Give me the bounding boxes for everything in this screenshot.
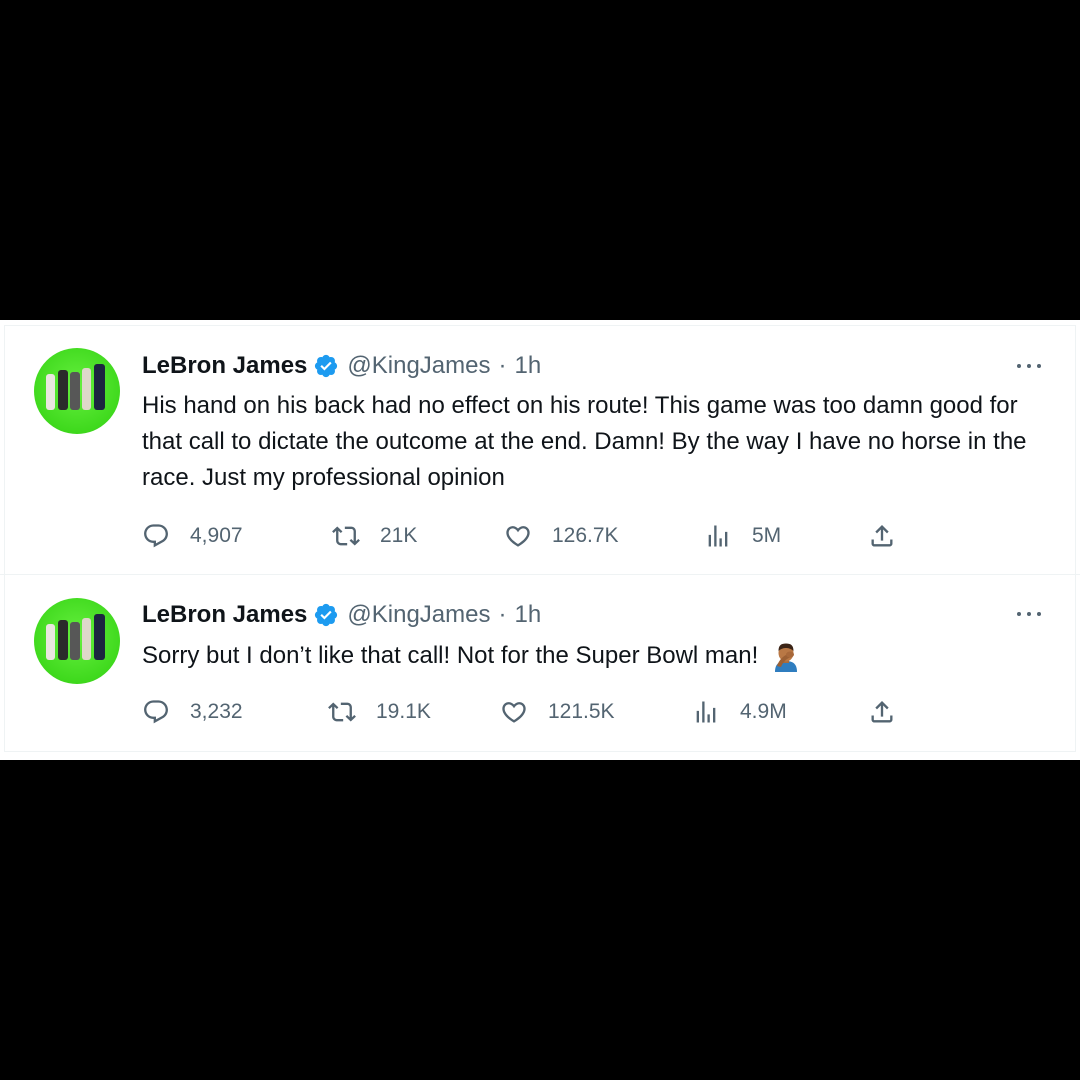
heart-icon — [502, 702, 526, 723]
views-button[interactable]: 4.9M — [692, 696, 787, 728]
avatar[interactable] — [34, 348, 120, 434]
share-button[interactable] — [868, 520, 896, 552]
more-options-icon[interactable] — [1014, 356, 1044, 376]
timestamp[interactable]: 1h — [515, 352, 542, 380]
views-button[interactable]: 5M — [704, 520, 781, 552]
tweet-header: LeBron James @KingJames · 1h — [142, 599, 541, 631]
retweet-icon — [332, 526, 360, 546]
like-button[interactable]: 121.5K — [500, 696, 615, 728]
display-name[interactable]: LeBron James — [142, 352, 307, 380]
handle[interactable]: @KingJames — [347, 601, 490, 629]
share-button[interactable] — [868, 696, 896, 728]
tweet[interactable]: LeBron James @KingJames · 1h His hand on… — [0, 320, 1080, 575]
reply-count: 3,232 — [190, 700, 243, 723]
reply-button[interactable]: 3,232 — [142, 696, 243, 728]
display-name[interactable]: LeBron James — [142, 601, 307, 629]
heart-icon — [506, 526, 530, 547]
retweet-button[interactable]: 19.1K — [328, 696, 431, 728]
tweet-actions: 4,907 21K 126.7K 5M — [142, 520, 902, 552]
views-count: 4.9M — [740, 700, 787, 723]
tweet-text-container: Sorry but I don’t like that call! Not fo… — [142, 638, 1042, 674]
tweet-text: Sorry but I don’t like that call! Not fo… — [142, 642, 759, 669]
timestamp[interactable]: 1h — [515, 601, 542, 629]
views-icon — [708, 525, 728, 547]
separator-dot: · — [498, 601, 507, 628]
retweet-icon — [328, 702, 356, 722]
retweet-count: 19.1K — [376, 700, 431, 723]
separator-dot: · — [498, 352, 507, 379]
share-icon — [871, 701, 893, 723]
like-count: 121.5K — [548, 700, 615, 723]
tweet-actions: 3,232 19.1K 121.5K 4.9M — [142, 696, 902, 728]
views-icon — [696, 701, 716, 723]
views-count: 5M — [752, 524, 782, 547]
reply-button[interactable]: 4,907 — [142, 520, 243, 552]
like-count: 126.7K — [552, 524, 619, 547]
avatar[interactable] — [34, 598, 120, 684]
tweet-header: LeBron James @KingJames · 1h — [142, 350, 541, 382]
reply-count: 4,907 — [190, 524, 243, 547]
reply-icon — [144, 524, 168, 548]
handle[interactable]: @KingJames — [347, 352, 490, 380]
share-icon — [871, 525, 893, 547]
verified-badge-icon — [315, 603, 338, 627]
tweet[interactable]: LeBron James @KingJames · 1h Sorry but I… — [0, 574, 1080, 752]
like-button[interactable]: 126.7K — [504, 520, 619, 552]
retweet-button[interactable]: 21K — [332, 520, 417, 552]
verified-badge-icon — [315, 354, 338, 378]
reply-icon — [144, 700, 168, 724]
man-facepalming-emoji-icon — [774, 643, 797, 672]
retweet-count: 21K — [380, 524, 418, 547]
tweet-text: His hand on his back had no effect on hi… — [142, 392, 1027, 491]
tweet-panel: LeBron James @KingJames · 1h His hand on… — [0, 320, 1080, 760]
more-options-icon[interactable] — [1014, 604, 1044, 624]
